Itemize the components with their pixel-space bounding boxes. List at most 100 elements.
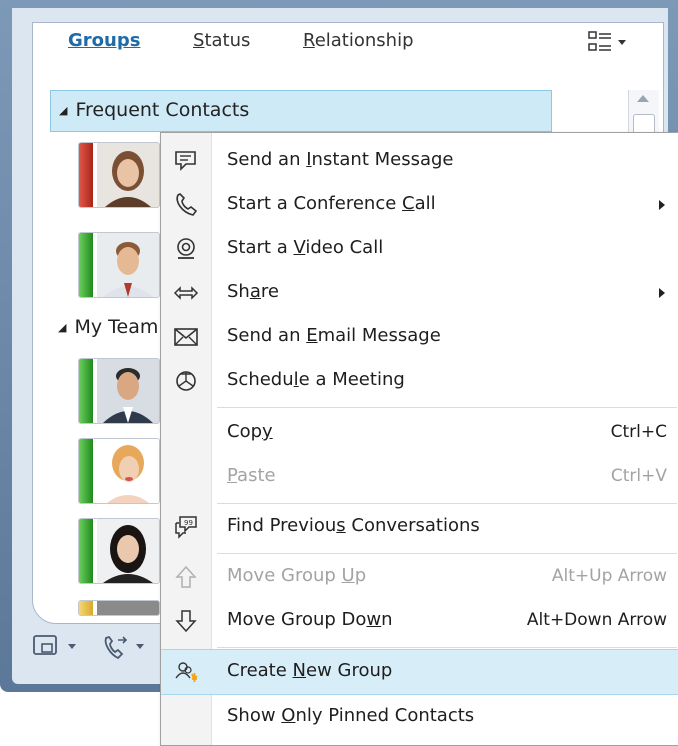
accelerator-key: w [366, 609, 382, 630]
meeting-icon [176, 371, 196, 391]
menu-separator [217, 647, 677, 648]
contact-tile[interactable] [78, 142, 160, 208]
submenu-arrow-icon [659, 288, 665, 298]
tab-groups[interactable]: Groups [68, 30, 140, 51]
presence-available-indicator [79, 519, 93, 583]
menu-item-share[interactable]: Share [161, 271, 678, 315]
contact-tile[interactable] [78, 600, 160, 616]
label-text: e a Meeting [298, 369, 405, 390]
accelerator-key: s [336, 515, 346, 536]
accelerator-key: a [249, 281, 261, 302]
menu-item-find-conversations[interactable]: 99 Find Previous Conversations [161, 505, 678, 549]
label-text: Schedu [227, 369, 294, 390]
menu-item-label: Find Previous Conversations [227, 515, 480, 536]
menu-item-move-group-up: Move Group Up Alt+Up Arrow [161, 555, 678, 599]
menu-item-label: Move Group Up [227, 565, 366, 586]
menu-item-send-im[interactable]: Send an Instant Message [161, 139, 678, 183]
tab-status[interactable]: Status [193, 30, 250, 51]
menu-item-move-group-down[interactable]: Move Group Down Alt+Down Arrow [161, 599, 678, 643]
contact-tile[interactable] [78, 518, 160, 584]
accelerator-key: C [402, 193, 415, 214]
contact-tile[interactable] [78, 358, 160, 424]
submenu-arrow-icon [659, 200, 665, 210]
label-text: Find Previou [227, 515, 337, 536]
label-text: Create [227, 660, 293, 681]
accelerator-key: N [292, 660, 306, 681]
list-view-icon [588, 31, 626, 51]
menu-item-label: Show Only Pinned Contacts [227, 705, 474, 726]
menu-separator [217, 407, 677, 408]
scroll-up-arrow-icon[interactable] [637, 95, 649, 102]
context-menu: Send an Instant Message Start a Conferen… [160, 132, 678, 746]
tab-relationship-label: elationship [314, 30, 414, 51]
collapse-triangle-icon[interactable]: ◢ [58, 321, 66, 334]
presence-away-indicator [79, 601, 93, 615]
contact-tile[interactable] [78, 232, 160, 298]
group-label: Frequent Contacts [75, 99, 250, 121]
menu-item-label: Share [227, 281, 279, 302]
menu-item-schedule-meeting[interactable]: Schedule a Meeting [161, 359, 678, 403]
accelerator-key: V [293, 237, 306, 258]
label-text: Start a Conference [227, 193, 403, 214]
contact-avatar [97, 359, 159, 423]
menu-item-create-new-group[interactable]: Create New Group [161, 649, 678, 695]
group-my-team[interactable]: ◢ My Team [58, 316, 158, 338]
presence-busy-indicator [79, 143, 93, 207]
presence-available-indicator [79, 439, 93, 503]
label-text: Send an [227, 325, 307, 346]
label-text: ideo Call [305, 237, 384, 258]
email-icon [174, 328, 198, 346]
label-text: Sh [227, 281, 250, 302]
display-options-button[interactable] [585, 28, 635, 56]
group-label: My Team [74, 316, 159, 338]
menu-item-send-email[interactable]: Send an Email Message [161, 315, 678, 359]
menu-item-video-call[interactable]: Start a Video Call [161, 227, 678, 271]
tab-status-accelerator: S [193, 30, 205, 51]
menu-item-show-pinned[interactable]: Show Only Pinned Contacts [161, 695, 678, 739]
menu-item-label: Start a Video Call [227, 237, 383, 258]
menu-item-shortcut: Ctrl+V [610, 466, 667, 486]
accelerator-key: P [227, 465, 238, 486]
label-text: re [260, 281, 279, 302]
menu-item-label: Create New Group [227, 660, 392, 681]
contact-avatar [97, 601, 159, 615]
label-text: p [354, 565, 367, 586]
label-text: Show [227, 705, 282, 726]
window-options-icon [33, 635, 76, 655]
up-arrow-icon [175, 565, 197, 588]
menu-item-paste: Paste Ctrl+V [161, 455, 678, 499]
phone-forward-icon [104, 635, 144, 660]
tools-menu-button[interactable] [32, 632, 88, 662]
menu-separator [217, 503, 677, 504]
label-text: all [414, 193, 436, 214]
contact-avatar [97, 519, 159, 583]
accelerator-key: y [262, 421, 273, 442]
menu-item-conference-call[interactable]: Start a Conference Call [161, 183, 678, 227]
tab-relationship[interactable]: Relationship [303, 30, 414, 51]
menu-item-label: Move Group Down [227, 609, 393, 630]
menu-item-shortcut: Alt+Down Arrow [526, 610, 667, 630]
menu-item-label: Schedule a Meeting [227, 369, 405, 390]
menu-item-label: Send an Instant Message [227, 149, 453, 170]
label-text: Move Group [227, 565, 342, 586]
contact-avatar [97, 439, 159, 503]
menu-item-label: Send an Email Message [227, 325, 441, 346]
menu-item-label: Copy [227, 421, 273, 442]
label-text: Move Group Do [227, 609, 367, 630]
call-menu-button[interactable] [100, 632, 156, 662]
contact-avatar [97, 143, 159, 207]
label-text: Start a [227, 237, 294, 258]
label-text: n [381, 609, 393, 630]
accelerator-key: O [281, 705, 296, 726]
menu-item-label: Paste [227, 465, 276, 486]
group-frequent-contacts[interactable]: ◢ Frequent Contacts [50, 90, 552, 132]
label-text: mail Message [317, 325, 441, 346]
menu-separator [217, 553, 677, 554]
im-icon [175, 151, 196, 171]
label-text: Conversations [345, 515, 480, 536]
accelerator-key: E [306, 325, 318, 346]
collapse-triangle-icon[interactable]: ◢ [59, 104, 67, 117]
contact-tile[interactable] [78, 438, 160, 504]
menu-item-copy[interactable]: Copy Ctrl+C [161, 411, 678, 455]
conversation-history-icon: 99 [175, 516, 197, 539]
